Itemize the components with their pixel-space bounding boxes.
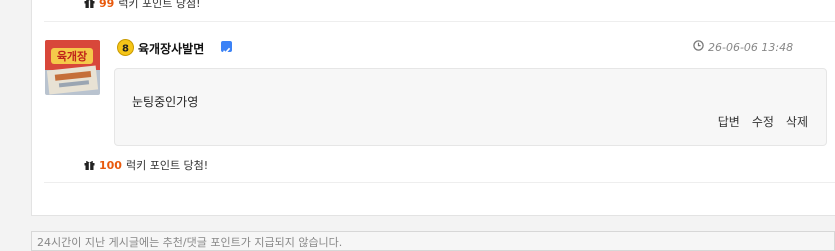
- svg-text:8: 8: [122, 43, 129, 54]
- clock-icon: [693, 40, 704, 54]
- verified-check-icon: [221, 41, 232, 54]
- comment-actions: 답변 수정 삭제: [718, 113, 808, 130]
- level-badge: 8: [117, 39, 134, 56]
- comment-body-box: 눈팅중인가영 답변 수정 삭제: [114, 68, 827, 146]
- divider: [44, 182, 835, 183]
- lucky-points: 100: [99, 158, 122, 172]
- prev-lucky-points: 99: [99, 0, 115, 10]
- prev-lucky-text: 럭키 포인트 당첨!: [118, 0, 201, 10]
- avatar-logo-text: 육개장: [57, 49, 87, 63]
- author-nickname[interactable]: 육개장사발면: [138, 40, 204, 57]
- delete-button[interactable]: 삭제: [786, 113, 808, 130]
- lucky-point-row: 100 럭키 포인트 당첨!: [84, 157, 208, 173]
- point-notice: 24시간이 지난 게시글에는 추천/댓글 포인트가 지급되지 않습니다.: [31, 231, 835, 251]
- avatar[interactable]: 육개장: [45, 40, 100, 95]
- lucky-text: 럭키 포인트 당첨!: [125, 159, 209, 172]
- gift-icon: [84, 0, 95, 8]
- comment-text: 눈팅중인가영: [132, 95, 199, 109]
- gift-icon: [84, 160, 95, 170]
- edit-button[interactable]: 수정: [752, 113, 774, 130]
- reply-button[interactable]: 답변: [718, 113, 740, 130]
- comment-time: 26-06-06 13:48: [693, 40, 793, 54]
- divider: [44, 21, 835, 22]
- prev-lucky-point-row: 99 럭키 포인트 당첨!: [84, 0, 201, 11]
- comment-timestamp: 26-06-06 13:48: [708, 40, 794, 54]
